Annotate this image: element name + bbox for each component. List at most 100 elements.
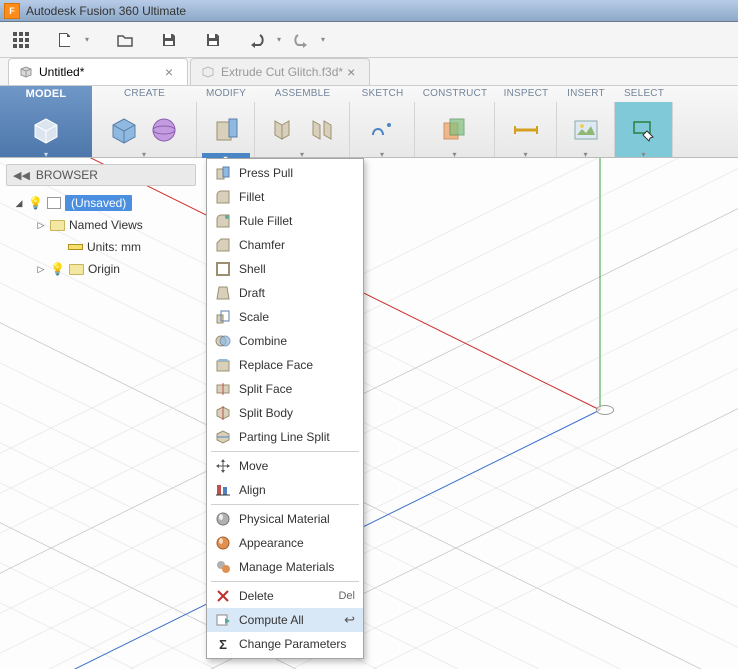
expand-icon[interactable]: ◢ — [14, 198, 24, 209]
ribbon-select[interactable]: SELECT — [615, 86, 673, 157]
open-file-icon[interactable] — [114, 29, 136, 51]
ribbon-assemble[interactable]: ASSEMBLE — [255, 86, 350, 157]
menu-parting-line[interactable]: Parting Line Split — [207, 425, 363, 449]
apps-grid-icon[interactable] — [10, 29, 32, 51]
sphere-icon — [147, 113, 181, 147]
fillet-icon — [215, 189, 231, 205]
undo-dropdown-icon[interactable]: ▾ — [274, 35, 284, 44]
folder-icon — [50, 220, 65, 231]
menu-label: Fillet — [239, 190, 264, 204]
ribbon-sketch[interactable]: SKETCH — [350, 86, 415, 157]
doc-tab-inactive[interactable]: Extrude Cut Glitch.f3d* × — [190, 58, 370, 85]
menu-draft[interactable]: Draft — [207, 281, 363, 305]
visibility-icon[interactable]: 💡 — [28, 196, 43, 210]
replace-face-icon — [215, 357, 231, 373]
material-icon — [215, 511, 231, 527]
app-logo-icon: F — [4, 3, 20, 19]
menu-manage-materials[interactable]: Manage Materials — [207, 555, 363, 579]
redo-dropdown-icon[interactable]: ▾ — [318, 35, 328, 44]
menu-shell[interactable]: Shell — [207, 257, 363, 281]
save-as-icon[interactable] — [202, 29, 224, 51]
collapse-icon[interactable]: ◀◀ — [13, 169, 30, 182]
tab-label: Untitled* — [39, 65, 84, 79]
tree-origin[interactable]: ▷ 💡 Origin — [14, 258, 196, 280]
menu-fillet[interactable]: Fillet — [207, 185, 363, 209]
tree-label: Named Views — [69, 218, 143, 232]
menu-label: Change Parameters — [239, 637, 346, 651]
menu-replace-face[interactable]: Replace Face — [207, 353, 363, 377]
doc-tab-active[interactable]: Untitled* × — [8, 58, 188, 85]
manage-materials-icon — [215, 559, 231, 575]
menu-label: Chamfer — [239, 238, 285, 252]
menu-separator — [211, 504, 359, 505]
tree-root[interactable]: ◢ 💡 (Unsaved) — [14, 192, 196, 214]
menu-change-parameters[interactable]: ΣChange Parameters — [207, 632, 363, 656]
ribbon-inspect[interactable]: INSPECT — [495, 86, 557, 157]
viewport[interactable]: ◀◀ BROWSER ◢ 💡 (Unsaved) ▷ Named Views U… — [0, 158, 738, 669]
menu-chamfer[interactable]: Chamfer — [207, 233, 363, 257]
ribbon-label: MODIFY — [197, 86, 255, 102]
browser-title: BROWSER — [36, 168, 98, 182]
document-tabs: Untitled* × Extrude Cut Glitch.f3d* × — [0, 58, 738, 86]
menu-label: Combine — [239, 334, 287, 348]
origin-marker-icon — [596, 405, 614, 415]
menu-split-face[interactable]: Split Face — [207, 377, 363, 401]
menu-press-pull[interactable]: Press Pull — [207, 161, 363, 185]
menu-label: Manage Materials — [239, 560, 334, 574]
ribbon-model[interactable]: MODEL — [0, 86, 92, 157]
ribbon-toolbar: MODEL CREATE MODIFY ASSEMBLE SKETCH CONS… — [0, 86, 738, 158]
select-icon — [627, 113, 661, 147]
expand-icon[interactable]: ▷ — [36, 264, 46, 275]
draft-icon — [215, 285, 231, 301]
new-file-icon[interactable] — [54, 29, 76, 51]
tree-named-views[interactable]: ▷ Named Views — [14, 214, 196, 236]
ribbon-label: MODEL — [0, 86, 92, 102]
ruler-icon — [68, 244, 83, 250]
menu-move[interactable]: Move — [207, 454, 363, 478]
cube-icon — [201, 65, 215, 79]
menu-label: Replace Face — [239, 358, 313, 372]
menu-label: Delete — [239, 589, 274, 603]
menu-split-body[interactable]: Split Body — [207, 401, 363, 425]
menu-compute-all[interactable]: Compute All↩ — [207, 608, 363, 632]
menu-scale[interactable]: Scale — [207, 305, 363, 329]
menu-label: Rule Fillet — [239, 214, 292, 228]
menu-label: Split Body — [239, 406, 293, 420]
menu-label: Appearance — [239, 536, 304, 550]
tree-label: (Unsaved) — [65, 195, 132, 211]
ribbon-label: INSPECT — [495, 86, 557, 102]
expand-icon[interactable]: ▷ — [36, 220, 46, 231]
undo-icon[interactable] — [246, 29, 268, 51]
component-icon — [47, 197, 61, 209]
browser-header[interactable]: ◀◀ BROWSER — [6, 164, 196, 186]
menu-rule-fillet[interactable]: Rule Fillet — [207, 209, 363, 233]
menu-align[interactable]: Align — [207, 478, 363, 502]
new-file-dropdown-icon[interactable]: ▾ — [82, 35, 92, 44]
visibility-off-icon[interactable]: 💡 — [50, 262, 65, 276]
close-icon[interactable]: × — [161, 64, 177, 80]
compute-icon — [215, 612, 231, 628]
ribbon-construct[interactable]: CONSTRUCT — [415, 86, 495, 157]
app-title: Autodesk Fusion 360 Ultimate — [26, 4, 186, 18]
tree-units[interactable]: Units: mm — [14, 236, 196, 258]
close-icon[interactable]: × — [343, 64, 359, 80]
ribbon-insert[interactable]: INSERT — [557, 86, 615, 157]
menu-physical-material[interactable]: Physical Material — [207, 507, 363, 531]
menu-label: Parting Line Split — [239, 430, 330, 444]
ribbon-modify[interactable]: MODIFY — [197, 86, 255, 157]
appearance-icon — [215, 535, 231, 551]
save-icon[interactable] — [158, 29, 180, 51]
menu-appearance[interactable]: Appearance — [207, 531, 363, 555]
press-pull-icon — [209, 113, 243, 147]
modify-menu: Press Pull Fillet Rule Fillet Chamfer Sh… — [206, 158, 364, 659]
measure-icon — [509, 113, 543, 147]
ribbon-create[interactable]: CREATE — [92, 86, 197, 157]
rule-fillet-icon — [215, 213, 231, 229]
menu-label: Compute All — [239, 613, 304, 627]
redo-icon[interactable] — [290, 29, 312, 51]
split-face-icon — [215, 381, 231, 397]
box-icon — [107, 113, 141, 147]
menu-label: Move — [239, 459, 268, 473]
menu-delete[interactable]: DeleteDel — [207, 584, 363, 608]
menu-combine[interactable]: Combine — [207, 329, 363, 353]
